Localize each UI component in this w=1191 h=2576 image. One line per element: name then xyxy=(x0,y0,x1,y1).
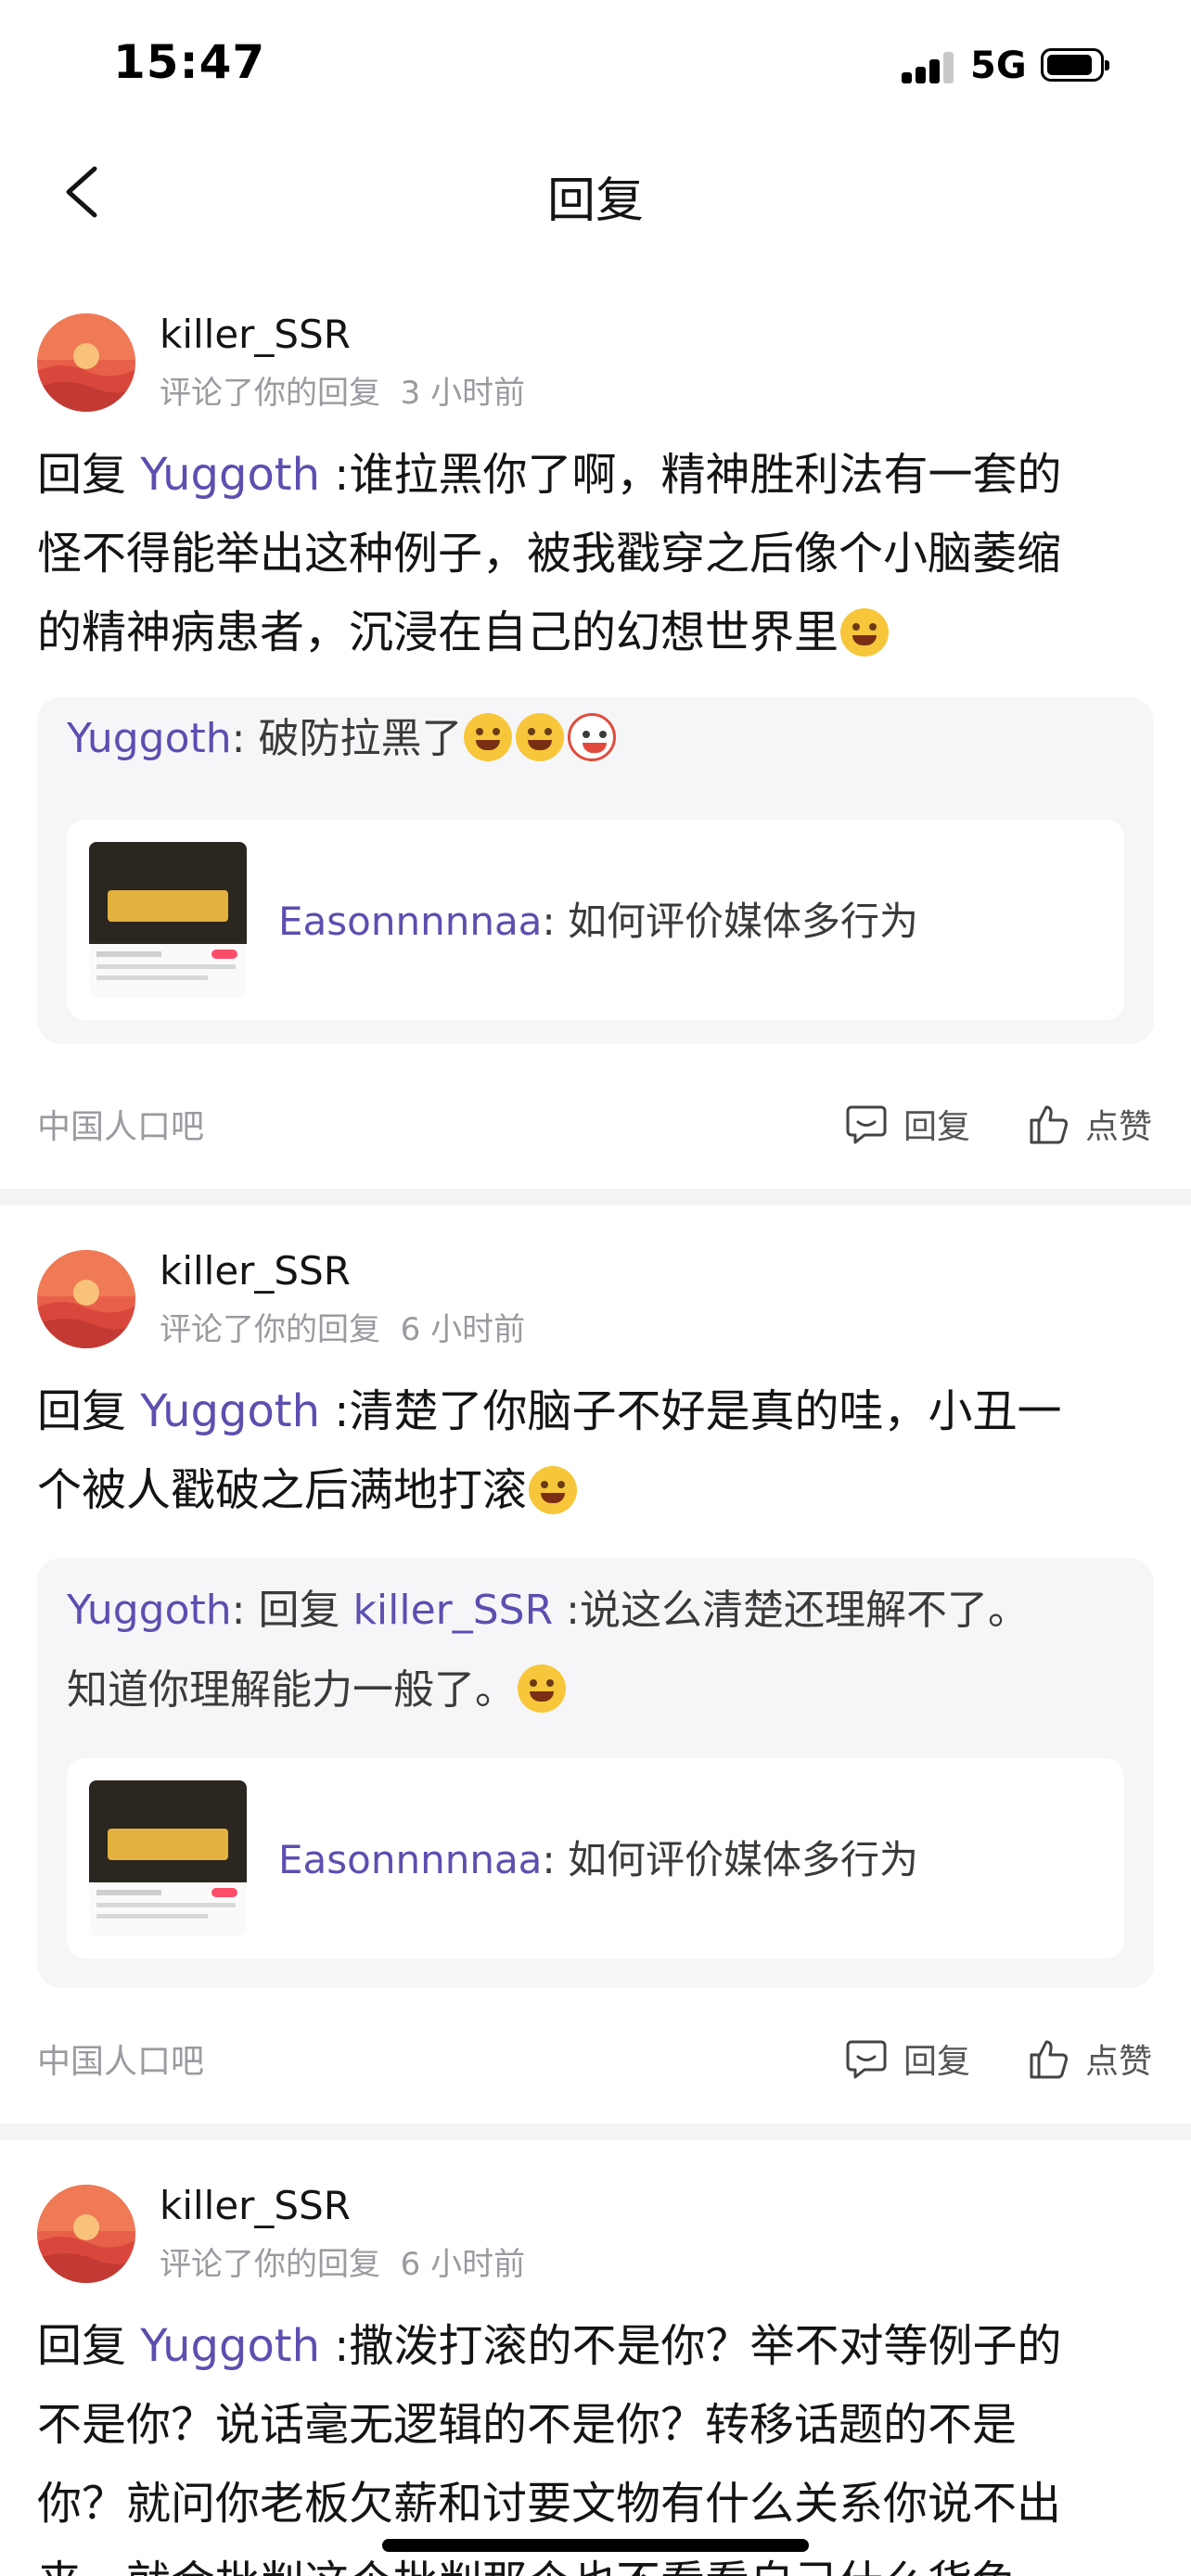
signal-icon xyxy=(902,52,955,83)
mention-link[interactable]: Yuggoth xyxy=(140,1385,320,1437)
quote-mid: : 回复 xyxy=(231,1587,353,1634)
network-label: 5G xyxy=(970,45,1027,87)
like-label: 点赞 xyxy=(1085,1108,1153,1146)
ref-title: : 如何评价媒体多行为 xyxy=(542,1837,918,1882)
page-title: 回复 xyxy=(546,173,644,229)
avatar-sunset xyxy=(37,313,135,412)
avatar[interactable] xyxy=(37,1250,135,1348)
thumbs-up-icon xyxy=(1030,2040,1069,2079)
referenced-post-text: Easonnnnnaa: 如何评价媒体多行为 xyxy=(278,1829,918,1885)
reply-prefix: 回复 xyxy=(37,2320,141,2372)
comment-line-4: 来，就会批判这个批判那个也不看看自己什么货色 xyxy=(37,2557,1017,2576)
notification-card: killer_SSR 评论了你的回复 6 小时前 回复 Yuggoth :清楚了… xyxy=(0,1205,1191,2123)
quote-author-link[interactable]: Yuggoth xyxy=(67,715,232,762)
comment-line-3: 的精神病患者，沉浸在自己的幻想世界里 xyxy=(37,606,839,658)
post-thumbnail xyxy=(89,842,247,998)
card-divider xyxy=(0,2123,1191,2140)
username[interactable]: killer_SSR xyxy=(160,2183,351,2228)
ref-author-link[interactable]: Easonnnnnaa xyxy=(278,1837,542,1882)
post-thumbnail xyxy=(89,1780,247,1936)
mention-link[interactable]: Yuggoth xyxy=(140,2320,320,2372)
comment-body[interactable]: 回复 Yuggoth :清楚了你脑子不好是真的哇，小丑一 个被人戳破之后满地打滚 xyxy=(37,1372,1159,1530)
comment-line-1: :撒泼打滚的不是你？举不对等例子的 xyxy=(320,2320,1062,2372)
meta: 评论了你的回复 6 小时前 xyxy=(160,1304,525,1349)
notification-card: killer_SSR 评论了你的回复 3 小时前 回复 Yuggoth :谁拉黑… xyxy=(0,297,1191,1187)
timestamp: 3 小时前 xyxy=(400,375,526,412)
avatar[interactable] xyxy=(37,313,135,412)
status-bar: 15:47 5G xyxy=(0,0,1191,139)
comment-body[interactable]: 回复 Yuggoth :谁拉黑你了啊，精神胜利法有一套的 怪不得能举出这种例子，… xyxy=(37,436,1159,672)
reply-label: 回复 xyxy=(903,2043,971,2081)
reply-button[interactable]: 回复 xyxy=(844,2029,983,2085)
quote-text-2: 知道你理解能力一般了。 xyxy=(67,1666,516,1714)
referenced-post[interactable]: Easonnnnnaa: 如何评价媒体多行为 xyxy=(67,1758,1124,1958)
like-label: 点赞 xyxy=(1085,2043,1153,2081)
quote-mention-link[interactable]: killer_SSR xyxy=(352,1587,553,1634)
status-time: 15:47 xyxy=(113,35,266,89)
avatar-sunset xyxy=(37,1250,135,1348)
like-button[interactable]: 点赞 xyxy=(1026,1094,1165,1150)
like-button[interactable]: 点赞 xyxy=(1026,2029,1165,2085)
card-footer: 中国人口吧 回复 点赞 xyxy=(0,1094,1191,1150)
card-divider xyxy=(0,1189,1191,1205)
referenced-post[interactable]: Easonnnnnaa: 如何评价媒体多行为 xyxy=(67,820,1124,1020)
comment-line-2: 个被人戳破之后满地打滚 xyxy=(37,1464,528,1516)
laugh-emoji-icon xyxy=(529,1466,578,1514)
mention-link[interactable]: Yuggoth xyxy=(140,449,320,501)
laugh-emoji-icon xyxy=(464,713,513,761)
home-indicator[interactable] xyxy=(382,2539,809,2552)
ref-author-link[interactable]: Easonnnnnaa xyxy=(278,899,542,944)
nav-bar: 回复 xyxy=(0,139,1191,243)
meta: 评论了你的回复 6 小时前 xyxy=(160,2238,525,2284)
quote-line: Yuggoth: 回复 killer_SSR :说这么清楚还理解不了。 知道你理… xyxy=(67,1571,1115,1730)
quote-author-link[interactable]: Yuggoth xyxy=(67,1587,232,1634)
reply-label: 回复 xyxy=(903,1108,971,1146)
action-text: 评论了你的回复 xyxy=(160,1311,380,1348)
shy-laugh-emoji-icon xyxy=(840,608,890,657)
referenced-post-text: Easonnnnnaa: 如何评价媒体多行为 xyxy=(278,890,918,947)
action-text: 评论了你的回复 xyxy=(160,375,380,412)
comment-line-1: :谁拉黑你了啊，精神胜利法有一套的 xyxy=(320,449,1062,501)
comment-line-3: 你？就问你老板欠薪和讨要文物有什么关系你说不出 xyxy=(37,2478,1062,2530)
timestamp: 6 小时前 xyxy=(400,2246,526,2283)
clown-emoji-icon xyxy=(568,713,617,761)
avatar[interactable] xyxy=(37,2185,135,2283)
forum-name[interactable]: 中国人口吧 xyxy=(37,1100,204,1148)
action-text: 评论了你的回复 xyxy=(160,2246,380,2283)
quote-line: Yuggoth: 破防拉黑了 xyxy=(67,699,1115,779)
username[interactable]: killer_SSR xyxy=(160,1248,351,1294)
comment-line-2: 怪不得能举出这种例子，被我戳穿之后像个小脑萎缩 xyxy=(37,528,1062,580)
thinking-emoji-icon xyxy=(518,1664,566,1713)
avatar-sunset xyxy=(37,2185,135,2283)
forum-name[interactable]: 中国人口吧 xyxy=(37,2034,204,2083)
ref-title: : 如何评价媒体多行为 xyxy=(542,899,918,944)
notification-card: killer_SSR 评论了你的回复 6 小时前 回复 Yuggoth :撒泼打… xyxy=(0,2140,1191,2576)
meta: 评论了你的回复 3 小时前 xyxy=(160,367,525,413)
card-footer: 中国人口吧 回复 点赞 xyxy=(0,2029,1191,2085)
comment-line-1: :清楚了你脑子不好是真的哇，小丑一 xyxy=(320,1385,1062,1437)
username[interactable]: killer_SSR xyxy=(160,312,351,357)
comment-icon xyxy=(846,1105,887,1144)
quoted-reply[interactable]: Yuggoth: 破防拉黑了 Easonnnnnaa: 如何评价媒体多行为 xyxy=(37,697,1154,1044)
comment-icon xyxy=(846,2040,887,2079)
quote-text: :说这么清楚还理解不了。 xyxy=(553,1587,1029,1634)
quoted-reply[interactable]: Yuggoth: 回复 killer_SSR :说这么清楚还理解不了。 知道你理… xyxy=(37,1558,1154,1988)
quote-text: : 破防拉黑了 xyxy=(231,715,463,762)
comment-body[interactable]: 回复 Yuggoth :撒泼打滚的不是你？举不对等例子的 不是你？说话毫无逻辑的… xyxy=(37,2307,1159,2576)
reply-prefix: 回复 xyxy=(37,1385,141,1437)
reply-button[interactable]: 回复 xyxy=(844,1094,983,1150)
comment-line-2: 不是你？说话毫无逻辑的不是你？转移话题的不是 xyxy=(37,2399,1018,2451)
reply-prefix: 回复 xyxy=(37,449,141,501)
thumbs-up-icon xyxy=(1030,1105,1069,1144)
timestamp: 6 小时前 xyxy=(400,1311,526,1348)
battery-icon xyxy=(1041,48,1109,82)
laugh-emoji-icon xyxy=(516,713,565,761)
